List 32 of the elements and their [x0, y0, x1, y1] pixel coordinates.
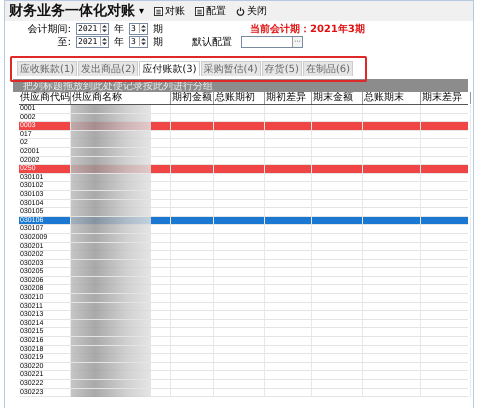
year-spinner[interactable]: 2021	[76, 22, 109, 34]
toolbar-button[interactable]: 关闭	[236, 4, 273, 18]
tab[interactable]: 发出商品(2)	[78, 61, 138, 76]
toolbar-button[interactable]: 对账	[154, 4, 191, 18]
spin-arrows-icon	[100, 24, 108, 33]
tab[interactable]: 采购暂估(4)	[200, 61, 261, 76]
period-spinner[interactable]: 3	[129, 36, 148, 48]
title-menu-button[interactable]: ▾	[139, 5, 144, 17]
document-icon	[154, 6, 163, 16]
tab[interactable]: 存货(5)	[262, 61, 302, 76]
tab[interactable]: 应收账款(1)	[17, 61, 78, 76]
period-unit: 期	[152, 22, 164, 36]
power-icon	[236, 6, 245, 16]
current-period-text: 当前会计期：2021年3期	[250, 22, 365, 36]
year-spinner[interactable]: 2021	[76, 36, 109, 48]
config-label: 默认配置	[192, 36, 232, 48]
period-spinner[interactable]: 3	[129, 22, 148, 34]
year-unit: 年	[113, 36, 125, 48]
document-icon	[195, 6, 204, 16]
column-header[interactable]: 总账期末	[363, 92, 421, 104]
spin-arrows-icon	[100, 37, 108, 46]
toolbar-button[interactable]: 配置	[195, 4, 232, 18]
tab[interactable]: 在制品(6)	[302, 61, 354, 76]
to-label: 至:	[56, 36, 72, 48]
spin-arrows-icon	[139, 24, 147, 33]
window-title: 财务业务一体化对账	[9, 2, 135, 20]
period-unit: 期	[152, 36, 164, 48]
tab[interactable]: 应付账款(3)	[139, 61, 200, 76]
column-header[interactable]: 期末差异	[421, 92, 471, 104]
year-unit: 年	[113, 22, 125, 36]
period-label: 会计期间:	[26, 22, 72, 36]
spin-arrows-icon	[139, 37, 147, 46]
